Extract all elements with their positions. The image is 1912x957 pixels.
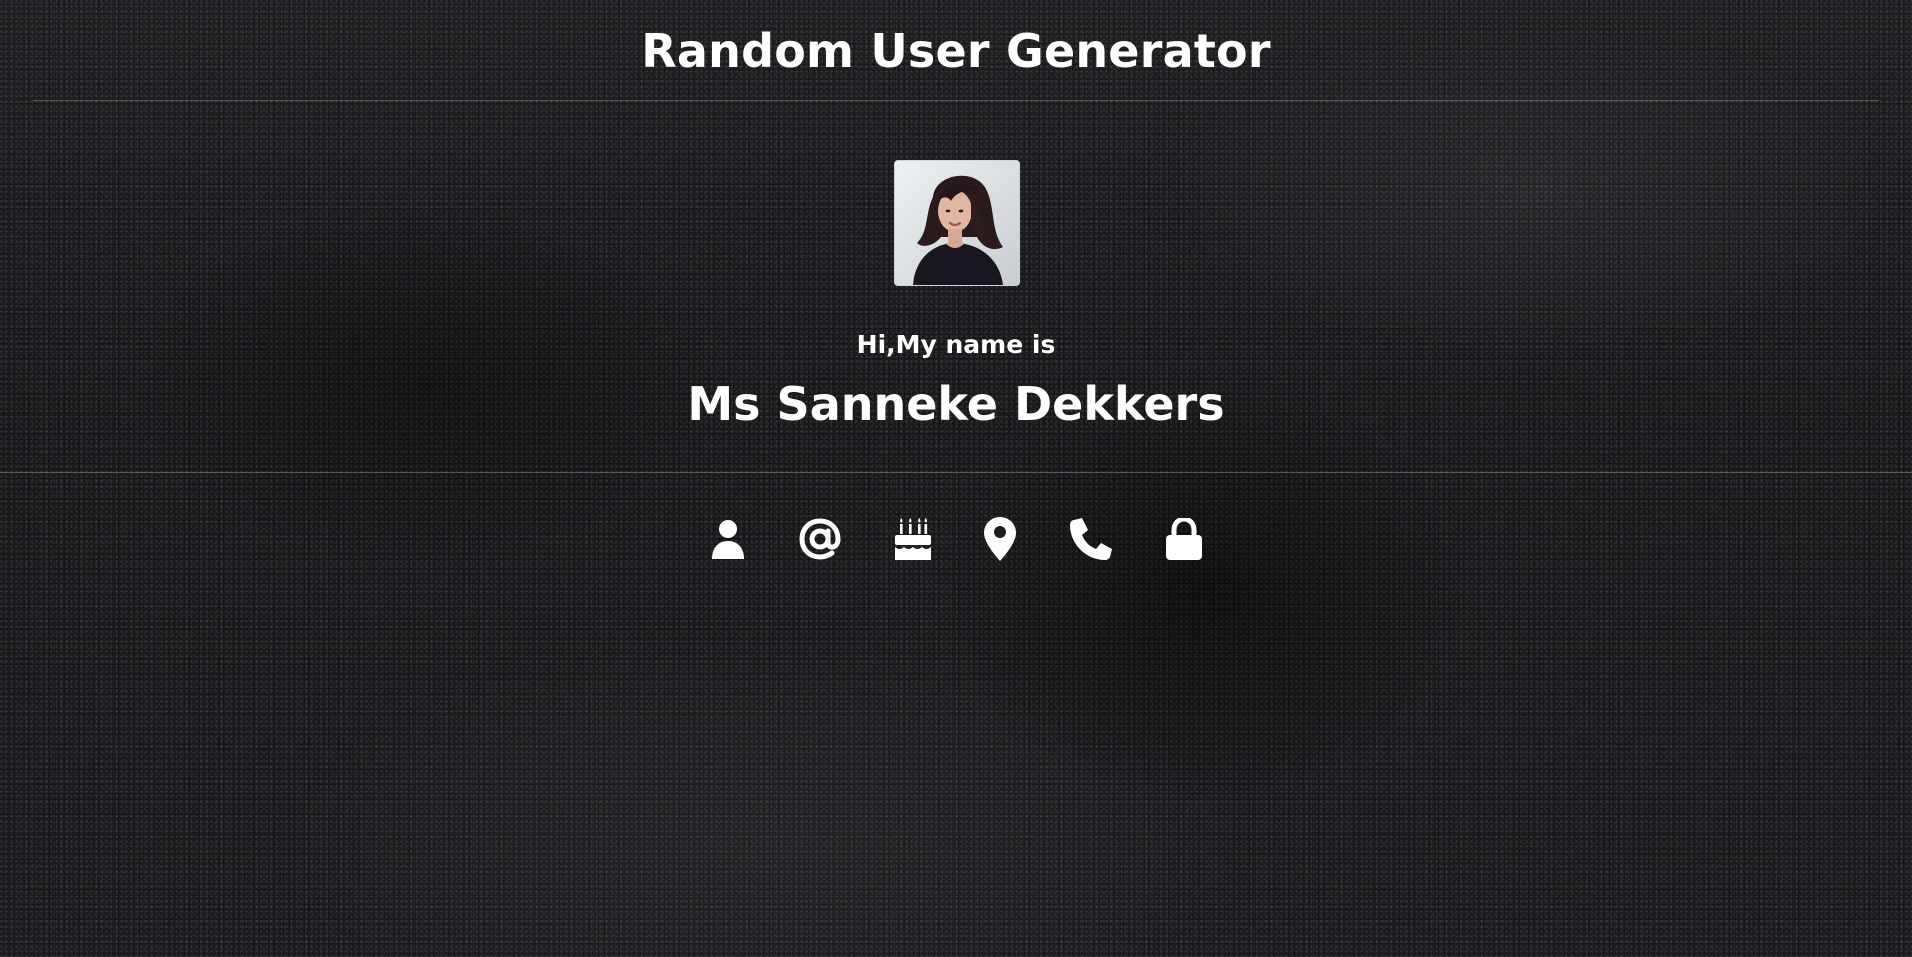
header: Random User Generator: [33, 0, 1879, 101]
avatar: [894, 160, 1020, 286]
profile-card: Hi,My name is Ms Sanneke Dekkers: [0, 100, 1912, 473]
email-at-icon[interactable]: [795, 514, 845, 564]
user-icon[interactable]: [703, 514, 753, 564]
user-name: Ms Sanneke Dekkers: [687, 377, 1225, 431]
birthday-cake-icon[interactable]: [888, 514, 938, 564]
info-icon-bar: [0, 514, 1912, 564]
page-title: Random User Generator: [641, 24, 1271, 78]
avatar-photo: [895, 161, 1019, 285]
map-marker-icon[interactable]: [975, 514, 1025, 564]
phone-icon[interactable]: [1066, 514, 1116, 564]
lock-icon[interactable]: [1159, 514, 1209, 564]
greeting-text: Hi,My name is: [856, 330, 1056, 359]
